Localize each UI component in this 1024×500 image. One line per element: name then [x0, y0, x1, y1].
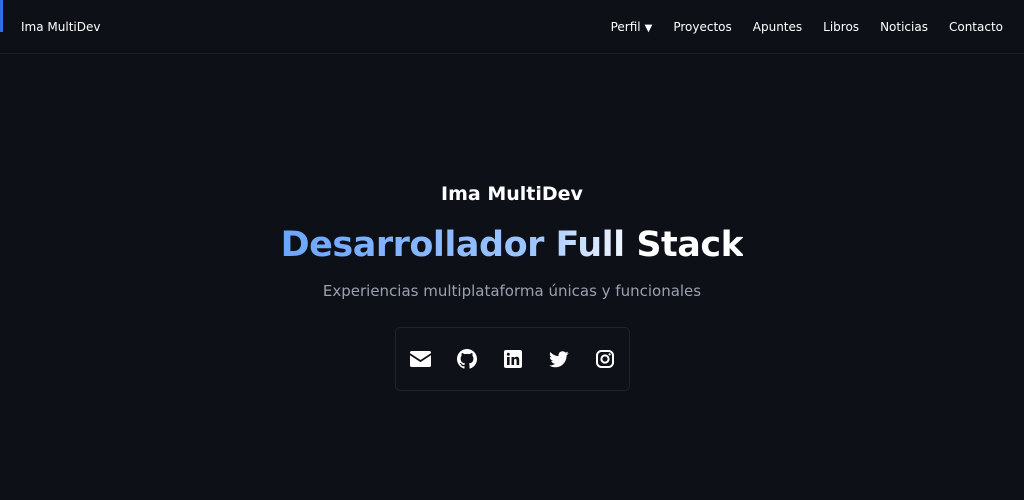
instagram-icon[interactable]	[594, 349, 615, 370]
hero-name: Ima MultiDev	[441, 183, 583, 205]
envelope-icon[interactable]	[410, 349, 431, 370]
nav-item-apuntes[interactable]: Apuntes	[753, 20, 802, 34]
brand-link[interactable]: Ima MultiDev	[21, 20, 100, 34]
dropdown-caret-icon: ▼	[644, 22, 653, 34]
github-icon[interactable]	[456, 349, 477, 370]
hero-section: Ima MultiDev Desarrollador Full Stack Ex…	[0, 0, 1024, 500]
page: Ima MultiDev Perfil ▼ Proyectos Apuntes L…	[0, 0, 1024, 500]
hero-subtitle: Experiencias multiplataforma únicas y fu…	[322, 282, 702, 300]
linkedin-icon[interactable]	[502, 349, 523, 370]
social-links	[395, 327, 630, 391]
nav-item-libros[interactable]: Libros	[823, 20, 859, 34]
nav-accent-bar	[0, 0, 3, 32]
hero-title-text: Desarrollador Full Stack	[280, 225, 744, 265]
nav-item-label: Perfil	[610, 19, 641, 34]
nav-item-noticias[interactable]: Noticias	[880, 20, 928, 34]
nav-item-perfil[interactable]: Perfil ▼	[611, 20, 653, 34]
hero-title: Desarrollador Full Stack	[0, 223, 1024, 267]
nav-item-contacto[interactable]: Contacto	[949, 20, 1003, 34]
navbar: Ima MultiDev Perfil ▼ Proyectos Apuntes L…	[0, 0, 1024, 54]
twitter-icon[interactable]	[548, 349, 569, 370]
nav-menu: Perfil ▼ Proyectos Apuntes Libros Noticia…	[611, 20, 1003, 34]
nav-item-proyectos[interactable]: Proyectos	[673, 20, 731, 34]
